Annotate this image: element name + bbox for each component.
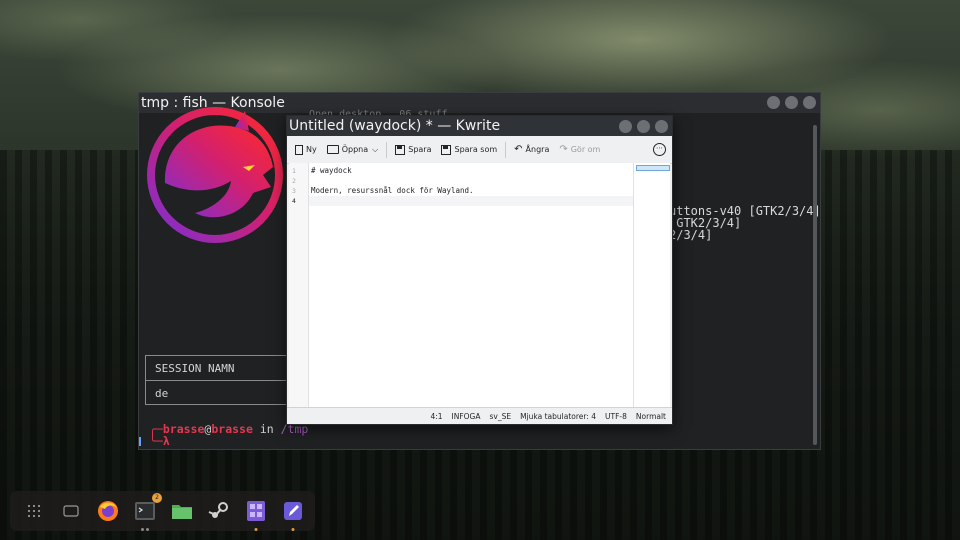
indentation-setting[interactable]: Mjuka tabulatorer: 4 [520,412,596,421]
close-button[interactable] [655,120,668,133]
toolbar-separator [505,141,507,158]
undo-icon: ↶ [514,144,523,155]
folder-open-icon [326,145,339,154]
close-button[interactable] [803,96,816,109]
kwrite-window[interactable]: Untitled (waydock) * — Kwrite Ny Öppna ⌵… [286,115,673,425]
input-mode[interactable]: INFOGA [452,412,481,421]
show-desktop-icon [63,505,79,517]
save-button[interactable]: Spara [395,144,432,155]
terminal-line: 2/3/4] [669,228,713,242]
save-as-button[interactable]: Spara som [441,144,498,155]
shell-prompt[interactable]: ╭─brasse@brasse in /tmp ╰─λ [149,423,308,447]
prompt-symbol: λ [162,434,170,448]
line-number: 2 [292,177,296,185]
calculator-icon [247,501,265,521]
terminal-output: uttons-v40 [GTK2/3/4] GTK2/3/4] 2/3/4] [669,205,821,241]
new-label: Ny [306,145,317,154]
terminal-cursor [139,437,141,446]
prompt-host: brasse [211,422,253,436]
code-line-current[interactable] [309,196,633,206]
dragon-logo-icon [147,107,283,243]
save-as-icon [441,144,452,155]
running-indicator [291,528,295,531]
open-label: Öppna [341,145,369,154]
app-grid-button[interactable] [20,497,48,525]
kwrite-statusbar: 4:1 INFOGA sv_SE Mjuka tabulatorer: 4 UT… [287,407,672,424]
session-header: SESSION NAMN [155,361,235,375]
firefox-icon [98,501,118,521]
maximize-button[interactable] [637,120,650,133]
undo-button[interactable]: ↶ Ångra [514,144,550,155]
session-table: SESSION NAMN de [145,355,295,405]
toolbar-separator [386,141,388,158]
kwrite-window-controls [619,120,668,133]
code-line[interactable]: # waydock [309,166,633,176]
calculator-button[interactable] [242,497,270,531]
code-line[interactable]: Modern, resurssnål dock för Wayland. [309,186,633,196]
syntax-mode[interactable]: Normalt [636,412,666,421]
terminal-scrollbar[interactable] [813,125,817,445]
spellcheck-language[interactable]: sv_SE [490,412,512,421]
editor-content[interactable]: # waydock Modern, resurssnål dock för Wa… [309,163,633,411]
save-label: Spara [408,145,432,154]
text-editor[interactable]: 1 2 3 4 # waydock Modern, resurssnål doc… [289,163,670,411]
kwrite-toolbar: Ny Öppna ⌵ Spara Spara som ↶ Ångra ↷ Gör… [287,136,672,164]
app-grid-icon [28,505,40,517]
terminal-button[interactable]: 2 [131,493,162,531]
files-icon [172,505,192,519]
running-indicator [254,528,258,531]
save-icon [395,144,406,155]
line-number: 3 [292,187,296,195]
redo-button[interactable]: ↷ Gör om [559,144,601,155]
show-desktop-button[interactable] [57,497,85,525]
minimap-scrollbar[interactable] [633,163,670,411]
notification-badge: 2 [152,493,162,503]
line-number-gutter: 1 2 3 4 [289,163,309,411]
steam-icon [208,502,228,518]
maximize-button[interactable] [785,96,798,109]
steam-button[interactable] [205,497,233,525]
new-document-icon [295,144,303,155]
running-indicator [141,528,144,531]
undo-label: Ångra [525,145,550,154]
kwrite-titlebar[interactable]: Untitled (waydock) * — Kwrite [287,116,672,136]
minimize-button[interactable] [767,96,780,109]
redo-label: Gör om [570,145,601,154]
chevron-down-icon[interactable]: ⌵ [372,145,378,155]
session-value: de [146,380,295,405]
redo-icon: ↷ [559,144,568,155]
encoding[interactable]: UTF-8 [605,412,627,421]
firefox-button[interactable] [94,497,122,525]
code-line[interactable] [309,176,633,186]
kwrite-icon [284,502,302,520]
kwrite-button[interactable] [279,497,307,531]
line-number: 4 [292,197,296,205]
line-number: 1 [292,167,296,175]
more-options-icon[interactable]: ⋯ [653,143,666,156]
new-button[interactable]: Ny [295,144,317,155]
cursor-position[interactable]: 4:1 [430,412,442,421]
files-button[interactable] [168,497,196,525]
minimize-button[interactable] [619,120,632,133]
konsole-window-controls [767,96,816,109]
prompt-in: in [252,422,281,436]
save-as-label: Spara som [454,145,498,154]
kwrite-title: Untitled (waydock) * — Kwrite [289,118,501,134]
dock: 2 [10,491,315,531]
terminal-icon [135,502,155,520]
open-button[interactable]: Öppna ⌵ [326,145,378,155]
